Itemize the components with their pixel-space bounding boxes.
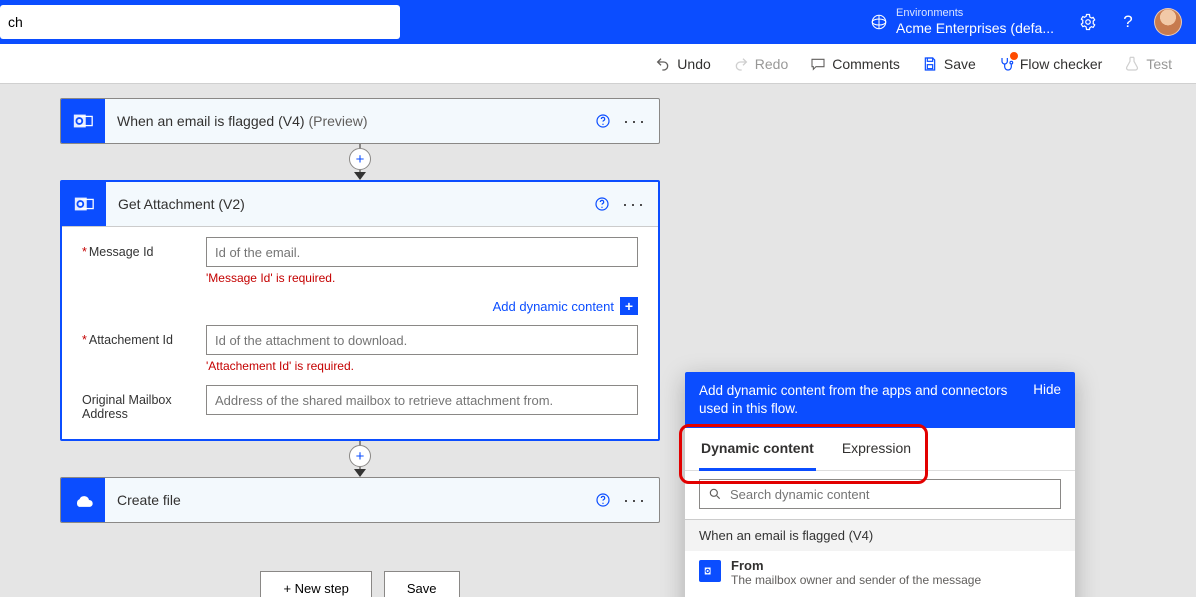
dc-hide-button[interactable]: Hide	[1033, 382, 1061, 397]
mailbox-label: Original Mailbox Address	[82, 385, 206, 421]
flow-column: When an email is flagged (V4) (Preview) …	[60, 98, 660, 597]
dc-panel-header: Add dynamic content from the apps and co…	[685, 372, 1075, 428]
dc-item-name: From	[731, 558, 981, 573]
dc-search	[685, 471, 1075, 519]
redo-label: Redo	[755, 56, 788, 72]
dc-description: Add dynamic content from the apps and co…	[699, 382, 1017, 418]
new-step-button[interactable]: + New step	[260, 571, 371, 597]
flow-checker-label: Flow checker	[1020, 56, 1102, 72]
get-attachment-title: Get Attachment (V2)	[106, 196, 586, 212]
environment-name: Acme Enterprises (defa...	[896, 20, 1054, 37]
trigger-help-icon[interactable]	[587, 105, 619, 137]
add-dynamic-content-link[interactable]: Add dynamic content +	[82, 297, 638, 315]
dynamic-content-panel: Add dynamic content from the apps and co…	[685, 372, 1075, 597]
outlook-icon	[61, 99, 105, 143]
environment-icon	[870, 13, 888, 31]
create-file-more-menu[interactable]: ···	[619, 484, 651, 516]
trigger-title-text: When an email is flagged (V4)	[117, 113, 305, 129]
global-search-input[interactable]	[0, 5, 400, 39]
comment-icon	[810, 56, 826, 72]
command-toolbar: Undo Redo Comments Save Flow checker Tes…	[0, 44, 1196, 84]
insert-step-1[interactable]: +	[349, 148, 371, 170]
dc-content-list[interactable]: When an email is flagged (V4) From The m…	[685, 519, 1075, 597]
bottom-actions: + New step Save	[60, 571, 660, 597]
outlook-icon	[62, 182, 106, 226]
get-attachment-header: Get Attachment (V2) ···	[62, 182, 658, 226]
get-attachment-more-menu[interactable]: ···	[618, 188, 650, 220]
save-label: Save	[944, 56, 976, 72]
save-flow-button[interactable]: Save	[384, 571, 460, 597]
trigger-card-header: When an email is flagged (V4) (Preview) …	[61, 99, 659, 143]
trigger-card[interactable]: When an email is flagged (V4) (Preview) …	[60, 98, 660, 144]
create-file-header: Create file ···	[61, 478, 659, 522]
stethoscope-icon	[998, 56, 1014, 72]
global-search-wrap	[0, 0, 400, 44]
save-button[interactable]: Save	[922, 56, 976, 72]
tab-dynamic-content[interactable]: Dynamic content	[699, 428, 816, 471]
test-icon	[1124, 56, 1140, 72]
tab-expression[interactable]: Expression	[840, 428, 913, 470]
test-button[interactable]: Test	[1124, 56, 1172, 72]
mailbox-input[interactable]	[206, 385, 638, 415]
message-id-label: Message Id	[82, 237, 206, 259]
connector-1: +	[60, 144, 660, 180]
trigger-card-title: When an email is flagged (V4) (Preview)	[105, 113, 587, 129]
connector-2: +	[60, 441, 660, 477]
redo-icon	[733, 56, 749, 72]
environment-text: Environments Acme Enterprises (defa...	[896, 7, 1054, 37]
environment-picker[interactable]: Environments Acme Enterprises (defa...	[856, 0, 1068, 44]
field-row-message-id: Message Id 'Message Id' is required.	[82, 237, 638, 291]
create-file-help-icon[interactable]	[587, 484, 619, 516]
dc-item-from[interactable]: From The mailbox owner and sender of the…	[685, 551, 1075, 594]
top-header: Environments Acme Enterprises (defa... ?	[0, 0, 1196, 44]
settings-icon[interactable]	[1068, 0, 1108, 44]
message-id-input[interactable]	[206, 237, 638, 267]
flow-canvas: When an email is flagged (V4) (Preview) …	[0, 84, 1196, 597]
test-label: Test	[1146, 56, 1172, 72]
environment-label: Environments	[896, 7, 1054, 20]
create-file-card[interactable]: Create file ···	[60, 477, 660, 523]
dc-tabs: Dynamic content Expression	[685, 428, 1075, 471]
attachment-id-error: 'Attachement Id' is required.	[206, 359, 638, 373]
attachment-id-input[interactable]	[206, 325, 638, 355]
search-icon	[708, 487, 722, 501]
insert-step-2[interactable]: +	[349, 445, 371, 467]
dc-search-input[interactable]	[730, 487, 1052, 502]
plus-icon: +	[620, 297, 638, 315]
dc-search-box[interactable]	[699, 479, 1061, 509]
create-file-title: Create file	[105, 492, 587, 508]
flow-checker-button[interactable]: Flow checker	[998, 56, 1102, 72]
message-id-error: 'Message Id' is required.	[206, 271, 638, 285]
comments-button[interactable]: Comments	[810, 56, 900, 72]
comments-label: Comments	[832, 56, 900, 72]
get-attachment-card[interactable]: Get Attachment (V2) ··· Message Id 'Mess…	[60, 180, 660, 441]
attachment-id-label: Attachement Id	[82, 325, 206, 347]
add-dynamic-label: Add dynamic content	[493, 299, 614, 314]
help-icon[interactable]: ?	[1108, 0, 1148, 44]
field-row-mailbox: Original Mailbox Address	[82, 385, 638, 421]
get-attachment-body: Message Id 'Message Id' is required. Add…	[62, 226, 658, 439]
dc-item-desc: The mailbox owner and sender of the mess…	[731, 573, 981, 587]
trigger-more-menu[interactable]: ···	[619, 105, 651, 137]
undo-icon	[655, 56, 671, 72]
error-badge	[1010, 52, 1018, 60]
undo-button[interactable]: Undo	[655, 56, 710, 72]
onedrive-icon	[61, 478, 105, 522]
user-avatar[interactable]	[1148, 0, 1188, 44]
save-icon	[922, 56, 938, 72]
field-row-attachment-id: Attachement Id 'Attachement Id' is requi…	[82, 325, 638, 379]
dc-group-title: When an email is flagged (V4)	[685, 520, 1075, 551]
outlook-chip-icon	[699, 560, 721, 582]
get-attachment-help-icon[interactable]	[586, 188, 618, 220]
undo-label: Undo	[677, 56, 710, 72]
avatar-image	[1154, 8, 1182, 36]
redo-button[interactable]: Redo	[733, 56, 788, 72]
trigger-title-suffix: (Preview)	[308, 113, 367, 129]
